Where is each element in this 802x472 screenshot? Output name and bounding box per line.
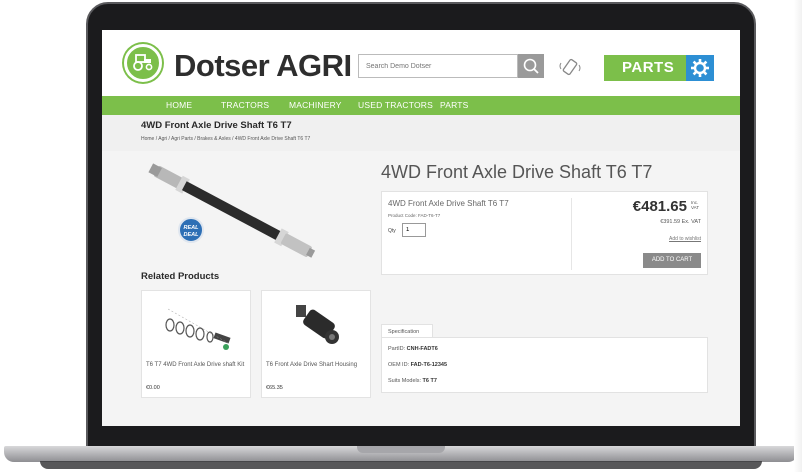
main-nav: HOME TRACTORS MACHINERY USED TRACTORS PA… [102, 96, 740, 115]
spec-value: FAD-T6-12345 [410, 362, 448, 368]
product-thumbnail [296, 305, 339, 344]
laptop-screen: Dotser AGRI PARTS [102, 30, 740, 426]
qty-label: Qty [388, 228, 396, 234]
related-product-card[interactable]: T6 Front Axle Drive Shart Housing €65.35 [261, 290, 371, 398]
product-code: Product Code: FAD-T6-T7 [388, 213, 441, 218]
product-name: 4WD Front Axle Drive Shaft T6 T7 [388, 199, 509, 208]
real-deal-badge: REAL DEAL [178, 217, 204, 243]
product-image[interactable] [132, 153, 332, 269]
divider [571, 198, 572, 270]
laptop-notch [357, 446, 445, 453]
gear-icon [686, 55, 714, 81]
related-product-price: €0.00 [146, 385, 160, 391]
page-edge [794, 0, 802, 472]
nav-used-tractors[interactable]: USED TRACTORS [358, 100, 433, 110]
nav-parts[interactable]: PARTS [440, 100, 469, 110]
spec-row: PartID: CNH-FADT6 [388, 346, 438, 352]
spec-value: T6 T7 [422, 378, 437, 384]
tab-specification[interactable]: Specification [381, 324, 433, 338]
product-info-box: 4WD Front Axle Drive Shaft T6 T7 Product… [381, 191, 708, 275]
search-icon [523, 58, 539, 74]
page-title: 4WD Front Axle Drive Shaft T6 T7 [141, 120, 292, 131]
price-ex-vat: €391.59 Ex. VAT [660, 219, 701, 225]
parts-button[interactable]: PARTS [604, 55, 714, 81]
qty-input[interactable] [402, 223, 426, 237]
related-product-name[interactable]: T6 T7 4WD Front Axle Drive shaft Kit [146, 361, 248, 369]
spec-row: OEM ID: FAD-T6-12345 [388, 362, 447, 368]
add-to-wishlist-link[interactable]: Add to wishlist [669, 236, 701, 242]
product-title: 4WD Front Axle Drive Shaft T6 T7 [381, 162, 653, 182]
spec-label: OEM ID: [388, 362, 411, 368]
spec-panel: PartID: CNH-FADT6 OEM ID: FAD-T6-12345 S… [381, 337, 708, 393]
search-button[interactable] [518, 54, 544, 78]
search-box [358, 54, 518, 78]
spec-label: Suits Models: [388, 378, 423, 384]
search-input[interactable] [359, 55, 509, 78]
nav-machinery[interactable]: MACHINERY [289, 100, 342, 110]
laptop-frame: Dotser AGRI PARTS [0, 0, 802, 472]
related-heading: Related Products [141, 271, 220, 282]
spec-value: CNH-FADT6 [406, 346, 438, 352]
price: €481.65 [632, 198, 687, 215]
breadcrumb-band: 4WD Front Axle Drive Shaft T6 T7 Home / … [102, 115, 740, 151]
tractor-icon [133, 54, 153, 71]
add-to-cart-button[interactable]: ADD TO CART [643, 253, 701, 268]
brand-name[interactable]: Dotser AGRI [174, 48, 352, 84]
nav-home[interactable]: HOME [166, 100, 192, 110]
breadcrumb[interactable]: Home / Agri / Agri Parts / Brakes & Axle… [141, 136, 310, 142]
related-product-price: €65.35 [266, 385, 283, 391]
badge-line2: DEAL [183, 232, 199, 238]
nav-tractors[interactable]: TRACTORS [221, 100, 269, 110]
price-inc-vat: Inc. VAT [691, 200, 700, 210]
phone-icon[interactable] [558, 55, 582, 79]
spec-row: Suits Models: T6 T7 [388, 378, 437, 384]
laptop-shadow [40, 461, 762, 469]
parts-label: PARTS [622, 59, 675, 76]
related-product-card[interactable]: T6 T7 4WD Front Axle Drive shaft Kit €0.… [141, 290, 251, 398]
badge-line1: REAL [183, 225, 199, 231]
product-page: REAL DEAL Related Products T6 T7 4WD Fro… [102, 151, 740, 426]
related-product-name[interactable]: T6 Front Axle Drive Shart Housing [266, 361, 368, 369]
site-header: Dotser AGRI PARTS [102, 30, 740, 96]
product-thumbnail [165, 308, 231, 350]
spec-label: PartID: [388, 346, 407, 352]
